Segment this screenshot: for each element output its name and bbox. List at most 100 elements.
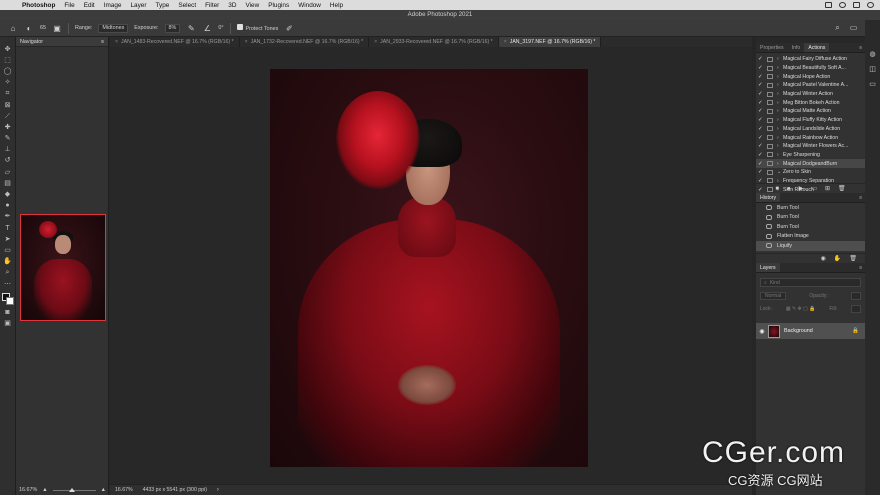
shape-tool-icon[interactable]: ▭ <box>3 246 13 254</box>
check-icon[interactable]: ✓ <box>758 143 764 149</box>
dialog-toggle-icon[interactable] <box>767 117 773 123</box>
dialog-toggle-icon[interactable] <box>767 126 773 132</box>
dialog-toggle-icon[interactable] <box>767 91 773 97</box>
menu-file[interactable]: File <box>64 2 74 9</box>
background-color[interactable] <box>5 297 14 306</box>
new-set-icon[interactable]: ▭ <box>811 185 817 192</box>
close-icon[interactable]: × <box>245 39 248 45</box>
chevron-right-icon[interactable]: › <box>217 487 219 493</box>
brush-size[interactable]: 65 <box>40 25 46 31</box>
action-item[interactable]: ✓ › Magical Fluffy Kitty Action <box>756 116 865 125</box>
dialog-toggle-icon[interactable] <box>767 169 773 175</box>
tool-preset-icon[interactable]: ◐ <box>24 23 34 33</box>
gradient-tool-icon[interactable]: ▤ <box>3 179 13 187</box>
check-icon[interactable]: ✓ <box>758 100 764 106</box>
blend-mode-select[interactable]: Normal <box>760 291 787 300</box>
check-icon[interactable]: ✓ <box>758 65 764 71</box>
check-icon[interactable]: ✓ <box>758 108 764 114</box>
doc-tab-4[interactable]: × JAN_3197.NEF @ 16.7% (RGB/16) * <box>498 37 602 47</box>
tab-info[interactable]: Info <box>788 43 805 52</box>
snapshot-icon[interactable]: ◉ <box>821 255 826 262</box>
action-item[interactable]: ✓ › Magical Hope Action <box>756 72 865 81</box>
tab-history[interactable]: History <box>756 193 781 202</box>
document-image[interactable] <box>270 69 588 467</box>
history-brush-tool-icon[interactable]: ↺ <box>3 157 13 165</box>
zoom-tool-icon[interactable]: ⌕ <box>3 269 13 277</box>
action-item[interactable]: ✓ › Magical Fairy Diffuse Action <box>756 55 865 64</box>
action-item[interactable]: ✓ › Magical Pastel Valentine A... <box>756 81 865 90</box>
panel-menu-icon[interactable]: ≡ <box>101 39 104 45</box>
dialog-toggle-icon[interactable] <box>767 152 773 158</box>
dialog-toggle-icon[interactable] <box>767 82 773 88</box>
blur-tool-icon[interactable]: ◆ <box>3 190 13 198</box>
learn-icon[interactable]: ◍ <box>869 50 875 58</box>
tab-actions[interactable]: Actions <box>804 43 830 52</box>
menu-edit[interactable]: Edit <box>84 2 95 9</box>
zoom-out-icon[interactable]: ▲ <box>42 487 47 493</box>
action-item[interactable]: ✓ › Magical Landslide Action <box>756 125 865 134</box>
menu-layer[interactable]: Layer <box>130 2 146 9</box>
stop-icon[interactable]: ■ <box>775 186 779 192</box>
fill-field[interactable] <box>850 304 861 313</box>
apple-icon[interactable] <box>8 1 16 9</box>
dialog-toggle-icon[interactable] <box>767 100 773 106</box>
action-item[interactable]: ✓ › Magical Rainbow Action <box>756 133 865 142</box>
wifi-icon[interactable] <box>839 2 846 8</box>
doc-tab-2[interactable]: × JAN_1732-Recovered.NEF @ 16.7% (RGB/16)… <box>240 37 370 47</box>
action-item[interactable]: ✓ › Magical Matte Action <box>756 107 865 116</box>
menu-app[interactable]: Photoshop <box>22 2 55 9</box>
dialog-toggle-icon[interactable] <box>767 56 773 62</box>
type-tool-icon[interactable]: T <box>3 224 13 232</box>
menu-select[interactable]: Select <box>178 2 196 9</box>
control-center-icon[interactable] <box>867 2 874 8</box>
layer-row[interactable]: ◉ Background 🔒 <box>756 323 865 339</box>
layer-filter[interactable]: ⌕ Kind <box>760 278 861 287</box>
action-item[interactable]: ✓ › Eye Sharpening <box>756 151 865 160</box>
close-icon[interactable]: × <box>504 39 507 45</box>
dodge-tool-icon[interactable]: ● <box>3 202 13 210</box>
history-item-selected[interactable]: Liquify <box>756 241 865 251</box>
menu-window[interactable]: Window <box>298 2 321 9</box>
marquee-tool-icon[interactable]: ⬚ <box>3 56 13 64</box>
zoom-in-icon[interactable]: ▲ <box>101 487 106 493</box>
check-icon[interactable]: ✓ <box>758 91 764 97</box>
color-swatches[interactable] <box>1 293 14 306</box>
airbrush-icon[interactable]: ✎ <box>186 23 196 33</box>
home-icon[interactable]: ⌂ <box>8 23 18 33</box>
action-item[interactable]: ✓ › Meg Bitton Bokeh Action <box>756 98 865 107</box>
layer-name[interactable]: Background <box>784 328 813 334</box>
exposure-field[interactable]: 8% <box>164 23 181 33</box>
healing-tool-icon[interactable]: ✚ <box>3 123 13 131</box>
navigator-zoom[interactable]: 16.67% <box>19 487 37 493</box>
screen-icon[interactable] <box>825 2 832 8</box>
doc-tab-1[interactable]: × JAN_1483-Recovered.NEF @ 16.7% (RGB/16)… <box>110 37 240 47</box>
lock-icons[interactable]: ▦ ✎ ✥ ▢ 🔒 <box>786 306 816 312</box>
dialog-toggle-icon[interactable] <box>767 161 773 167</box>
tab-properties[interactable]: Properties <box>756 43 788 52</box>
libraries-icon[interactable]: ◫ <box>869 65 876 73</box>
navigator-thumbnail[interactable] <box>20 214 106 321</box>
menu-filter[interactable]: Filter <box>205 2 219 9</box>
pen-tool-icon[interactable]: ✒ <box>3 213 13 221</box>
screen-mode-icon[interactable]: ▣ <box>3 319 13 327</box>
trash-icon[interactable]: 🗑 <box>838 185 846 192</box>
dialog-toggle-icon[interactable] <box>767 108 773 114</box>
canvas-area[interactable] <box>110 47 752 484</box>
eyedropper-tool-icon[interactable]: ⟋ <box>3 112 13 120</box>
workspace-icon[interactable]: ▭ <box>850 23 858 33</box>
check-icon[interactable]: ✓ <box>758 161 764 167</box>
check-icon[interactable]: ✓ <box>758 126 764 132</box>
check-icon[interactable]: ✓ <box>758 152 764 158</box>
brush-tool-icon[interactable]: ✎ <box>3 135 13 143</box>
close-icon[interactable]: × <box>115 39 118 45</box>
angle-field[interactable]: 0° <box>218 25 223 31</box>
menu-type[interactable]: Type <box>155 2 169 9</box>
dialog-toggle-icon[interactable] <box>767 65 773 71</box>
dialog-toggle-icon[interactable] <box>767 135 773 141</box>
action-set[interactable]: ✓ ⌄ Zero to Skin <box>756 168 865 177</box>
history-item[interactable]: Flatten Image <box>756 232 865 242</box>
menu-plugins[interactable]: Plugins <box>268 2 289 9</box>
check-icon[interactable]: ✓ <box>758 74 764 80</box>
hand-tool-icon[interactable]: ✋ <box>3 258 13 266</box>
action-item[interactable]: ✓ › Magical Winter Flowers Ac... <box>756 142 865 151</box>
